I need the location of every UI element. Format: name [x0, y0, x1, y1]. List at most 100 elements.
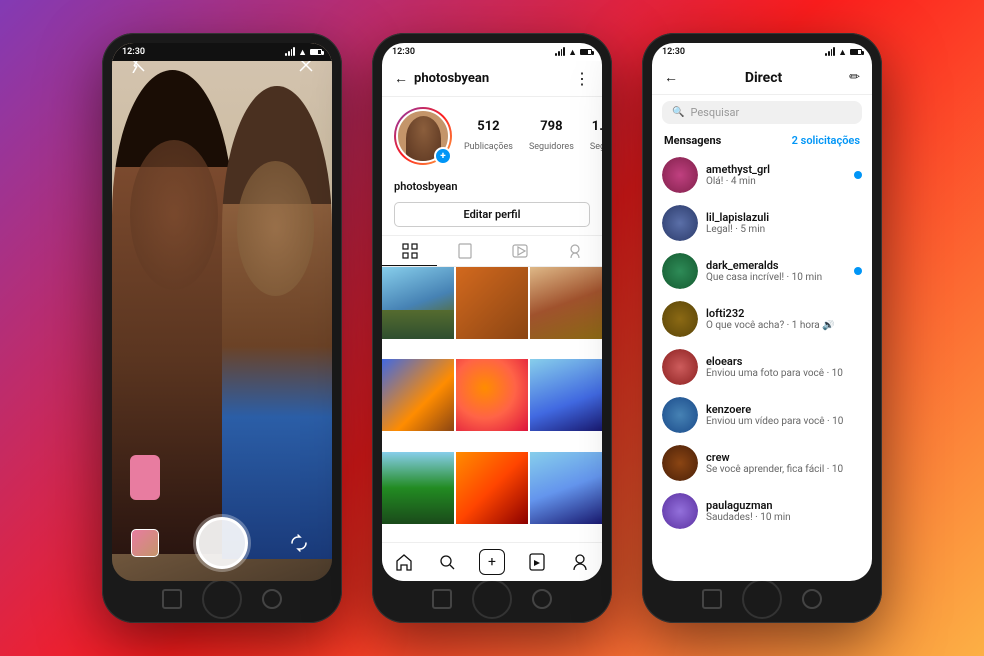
tab-grid[interactable] [382, 236, 437, 266]
msg-content-0: amethyst_grl Olá! · 4 min [706, 163, 846, 187]
direct-title: Direct [745, 70, 782, 86]
msg-content-1: lil_lapislazuli Legal! · 5 min [706, 211, 862, 235]
search-bar[interactable]: 🔍 Pesquisar [662, 101, 862, 124]
msg-preview-3: O que você acha? · 1 hora 🔊 [706, 320, 862, 331]
photo-cell-3[interactable] [530, 267, 602, 339]
requests-label[interactable]: 2 solicitações [792, 134, 860, 147]
msg-preview-7: Saudades! · 10 min [706, 512, 862, 523]
message-item-6[interactable]: crew Se você aprender, fica fácil · 10 [652, 439, 872, 487]
msg-avatar-0 [662, 157, 698, 193]
nav-search[interactable] [436, 551, 458, 573]
photo-cell-1[interactable] [382, 267, 454, 339]
stat-following: 1.057 Seguindo [590, 119, 602, 153]
signal-icon-p3 [825, 48, 835, 56]
messages-label: Mensagens [664, 134, 721, 147]
tab-tagged[interactable] [547, 236, 602, 266]
back-button[interactable]: ← [394, 70, 408, 87]
phone-nav-buttons [112, 585, 332, 613]
profile-bottom-nav: + [382, 542, 602, 581]
photo-cell-2[interactable] [456, 267, 528, 339]
photo-cell-5[interactable] [456, 359, 528, 431]
search-placeholder: Pesquisar [690, 106, 739, 119]
profile-tabs [382, 235, 602, 267]
person-right [222, 86, 332, 559]
messages-section-header: Mensagens 2 solicitações [652, 130, 872, 151]
msg-content-2: dark_emeralds Que casa incrível! · 10 mi… [706, 259, 846, 283]
msg-avatar-2 [662, 253, 698, 289]
tab-reels[interactable] [492, 236, 547, 266]
msg-avatar-6 [662, 445, 698, 481]
message-item-1[interactable]: lil_lapislazuli Legal! · 5 min [652, 199, 872, 247]
nav-profile[interactable] [569, 551, 591, 573]
status-icons-p3: ▲ [825, 47, 862, 58]
pink-backpack [130, 455, 160, 500]
msg-preview-6: Se você aprender, fica fácil · 10 [706, 464, 862, 475]
shutter-button[interactable] [196, 517, 248, 569]
photo-cell-8[interactable] [456, 452, 528, 524]
unread-dot-0 [854, 171, 862, 179]
msg-username-5: kenzoere [706, 403, 862, 416]
photo-grid [382, 267, 602, 542]
nav-reels[interactable] [526, 551, 548, 573]
msg-username-0: amethyst_grl [706, 163, 846, 176]
msg-username-3: lofti232 [706, 307, 862, 320]
gallery-thumbnail[interactable] [131, 529, 159, 557]
photo-cell-4[interactable] [382, 359, 454, 431]
status-time-p2: 12:30 [392, 47, 415, 57]
camera-bottom-controls [112, 517, 332, 569]
signal-icon-p1 [285, 48, 295, 56]
status-icons-p1: ▲ [285, 47, 322, 58]
direct-screen: ← Direct ✏ 🔍 Pesquisar Mensagens 2 solic… [652, 61, 872, 581]
followers-label: Seguidores [529, 142, 574, 152]
msg-username-7: paulaguzman [706, 499, 862, 512]
msg-avatar-4 [662, 349, 698, 385]
msg-avatar-7 [662, 493, 698, 529]
search-icon: 🔍 [672, 107, 684, 118]
profile-name-bio: photosbyean [382, 175, 602, 202]
avatar-add-button[interactable]: + [434, 147, 452, 165]
msg-content-7: paulaguzman Saudades! · 10 min [706, 499, 862, 523]
following-label: Seguindo [590, 142, 602, 152]
edit-profile-button[interactable]: Editar perfil [394, 202, 590, 227]
photo-cell-9[interactable] [530, 452, 602, 524]
photo-cell-7[interactable] [382, 452, 454, 524]
phone-nav-buttons-p3 [652, 585, 872, 613]
msg-preview-0: Olá! · 4 min [706, 176, 846, 187]
tab-portrait[interactable] [437, 236, 492, 266]
message-item-0[interactable]: amethyst_grl Olá! · 4 min [652, 151, 872, 199]
posts-count: 512 [464, 119, 513, 134]
direct-header: ← Direct ✏ [652, 61, 872, 95]
phone-nav-buttons-p2 [382, 585, 602, 613]
message-item-7[interactable]: paulaguzman Saudades! · 10 min [652, 487, 872, 535]
direct-edit-icon[interactable]: ✏ [849, 70, 860, 85]
photo-cell-6[interactable] [530, 359, 602, 431]
posts-label: Publicações [464, 142, 513, 152]
stat-posts: 512 Publicações [464, 119, 513, 153]
msg-preview-2: Que casa incrível! · 10 min [706, 272, 846, 283]
nav-add-button[interactable]: + [479, 549, 505, 575]
profile-menu-button[interactable]: ⋮ [574, 69, 590, 88]
profile-display-name: photosbyean [394, 180, 458, 193]
message-item-4[interactable]: eloears Enviou uma foto para você · 10 [652, 343, 872, 391]
camera-photo [112, 43, 332, 581]
msg-preview-5: Enviou um vídeo para você · 10 [706, 416, 862, 427]
phone-direct: 12:30 ▲ ← Direct ✏ 🔍 [642, 33, 882, 623]
message-item-5[interactable]: kenzoere Enviou um vídeo para você · 10 [652, 391, 872, 439]
phone-camera: 12:30 ▲ [102, 33, 342, 623]
msg-preview-1: Legal! · 5 min [706, 224, 862, 235]
profile-stats: 512 Publicações 798 Seguidores 1.057 Seg… [464, 119, 602, 153]
message-item-2[interactable]: dark_emeralds Que casa incrível! · 10 mi… [652, 247, 872, 295]
profile-username-header: photosbyean [414, 71, 489, 86]
msg-avatar-5 [662, 397, 698, 433]
message-item-3[interactable]: lofti232 O que você acha? · 1 hora 🔊 [652, 295, 872, 343]
switch-camera-icon[interactable] [285, 529, 313, 557]
following-count: 1.057 [590, 119, 602, 134]
msg-username-4: eloears [706, 355, 862, 368]
msg-username-6: crew [706, 451, 862, 464]
msg-content-6: crew Se você aprender, fica fácil · 10 [706, 451, 862, 475]
stat-followers: 798 Seguidores [529, 119, 574, 153]
direct-back-button[interactable]: ← [664, 69, 678, 86]
nav-home[interactable] [393, 551, 415, 573]
msg-avatar-3 [662, 301, 698, 337]
battery-icon-p2 [580, 49, 592, 55]
